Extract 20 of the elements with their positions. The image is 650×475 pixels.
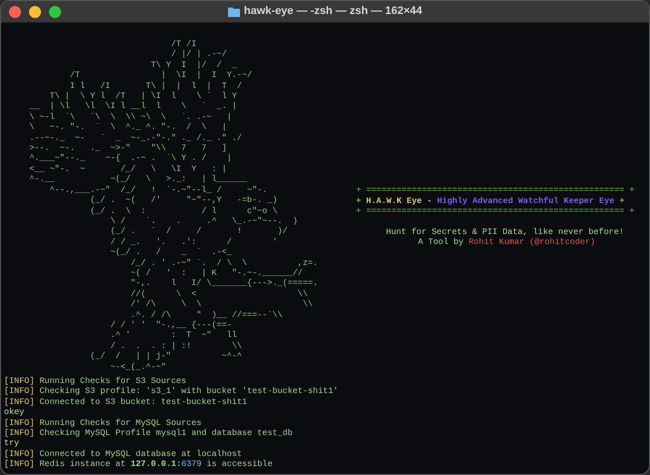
ascii-art: /T /I / |/ | .-~/ T\ Y I |/ / _ /T | \I | I Y.-~/ I l /I T\ | | l | T / T\ | \ Y l /T | \I l \ ` l Y __ | \l \l \I l __l l \ ` _. | \ ~-l `\ `\ \ \\ ~\ \ `. .-~ | \ ~-. "-. ` \ ^._ ^. "-. / \ | .--~-._ ~- ` _ ~-_.-"-." ._ /._ ." ./ >--. ~-. ._ ~>-" "\\ 7 7 ] ^.___~"--._ ~-{ .-~ . `\ Y . / | <__ ~"-. ~ /_/ \ \I Y : | ^-.__ ~(_/ \ >._: | l______ ^--.,___.-~" /_/ ! `-.~"--l_ / ~"-. (_/ . ~( /' "~"--,Y -=b-. _) (_/ . \ : / l c"~o \ \ / `. . .^ \_.-~"~--. ) (_/ . ` / / ! )/ / / _. '. .': / ' ~(_/ . / _ ` .-<_ /_/ . ' .-~" `. / \ \ ,z=. ~( / ' : | K "-.~-.______// "-,. l I/ \_______{--->._(=====. //( \ < \\ /' /\ \ \ \\ .^. / /\ " )__ //===--`\\ / / ' ' "-.,__ {---(==- .^ ' : T ~" ll / . . . : | :! \\ (_/ / | | j-" ~^-^ ~-<_(_.^-~"	[28, 39, 319, 372]
log-line: [INFO] Checking S3 profile: 's3_1' with bucket 'test-bucket-shit1'	[4, 386, 340, 397]
tagline: Hunt for Secrets & PII Data, like never before!	[385, 226, 625, 238]
log-line: [INFO] Redis instance at 127.0.0.1:6379 is accessible	[4, 459, 274, 470]
window-title: hawk-eye — -zsh — zsh — 162×44	[244, 4, 422, 20]
minimize-button[interactable]	[29, 6, 41, 18]
log-line: try	[4, 438, 20, 449]
log-line: [INFO] Connected to MySQL database at localhost	[4, 448, 244, 460]
folder-icon	[228, 6, 240, 16]
credit-line: A Tool by Rohit Kumar (@rohitcoder)	[417, 237, 596, 248]
banner-border: + =================================================== +	[356, 206, 634, 216]
close-button[interactable]	[9, 6, 21, 18]
log-line: [INFO] Running Checks for MySQL Sources	[4, 418, 202, 428]
zoom-button[interactable]	[49, 6, 61, 18]
log-line: [INFO] Checking MySQL Profile mysql1 and database test_db	[4, 428, 294, 438]
log-line: [INFO] Connected to S3 bucket: test-bucket-shit1	[4, 396, 248, 408]
banner-title: + H.A.W.K Eye - Highly Advanced Watchful Keeper Eye +	[356, 196, 626, 206]
log-line: [INFO] Running Checks for S3 Sources	[4, 376, 188, 386]
log-line: okey	[4, 407, 26, 418]
banner-border: + =================================================== +	[356, 185, 634, 196]
